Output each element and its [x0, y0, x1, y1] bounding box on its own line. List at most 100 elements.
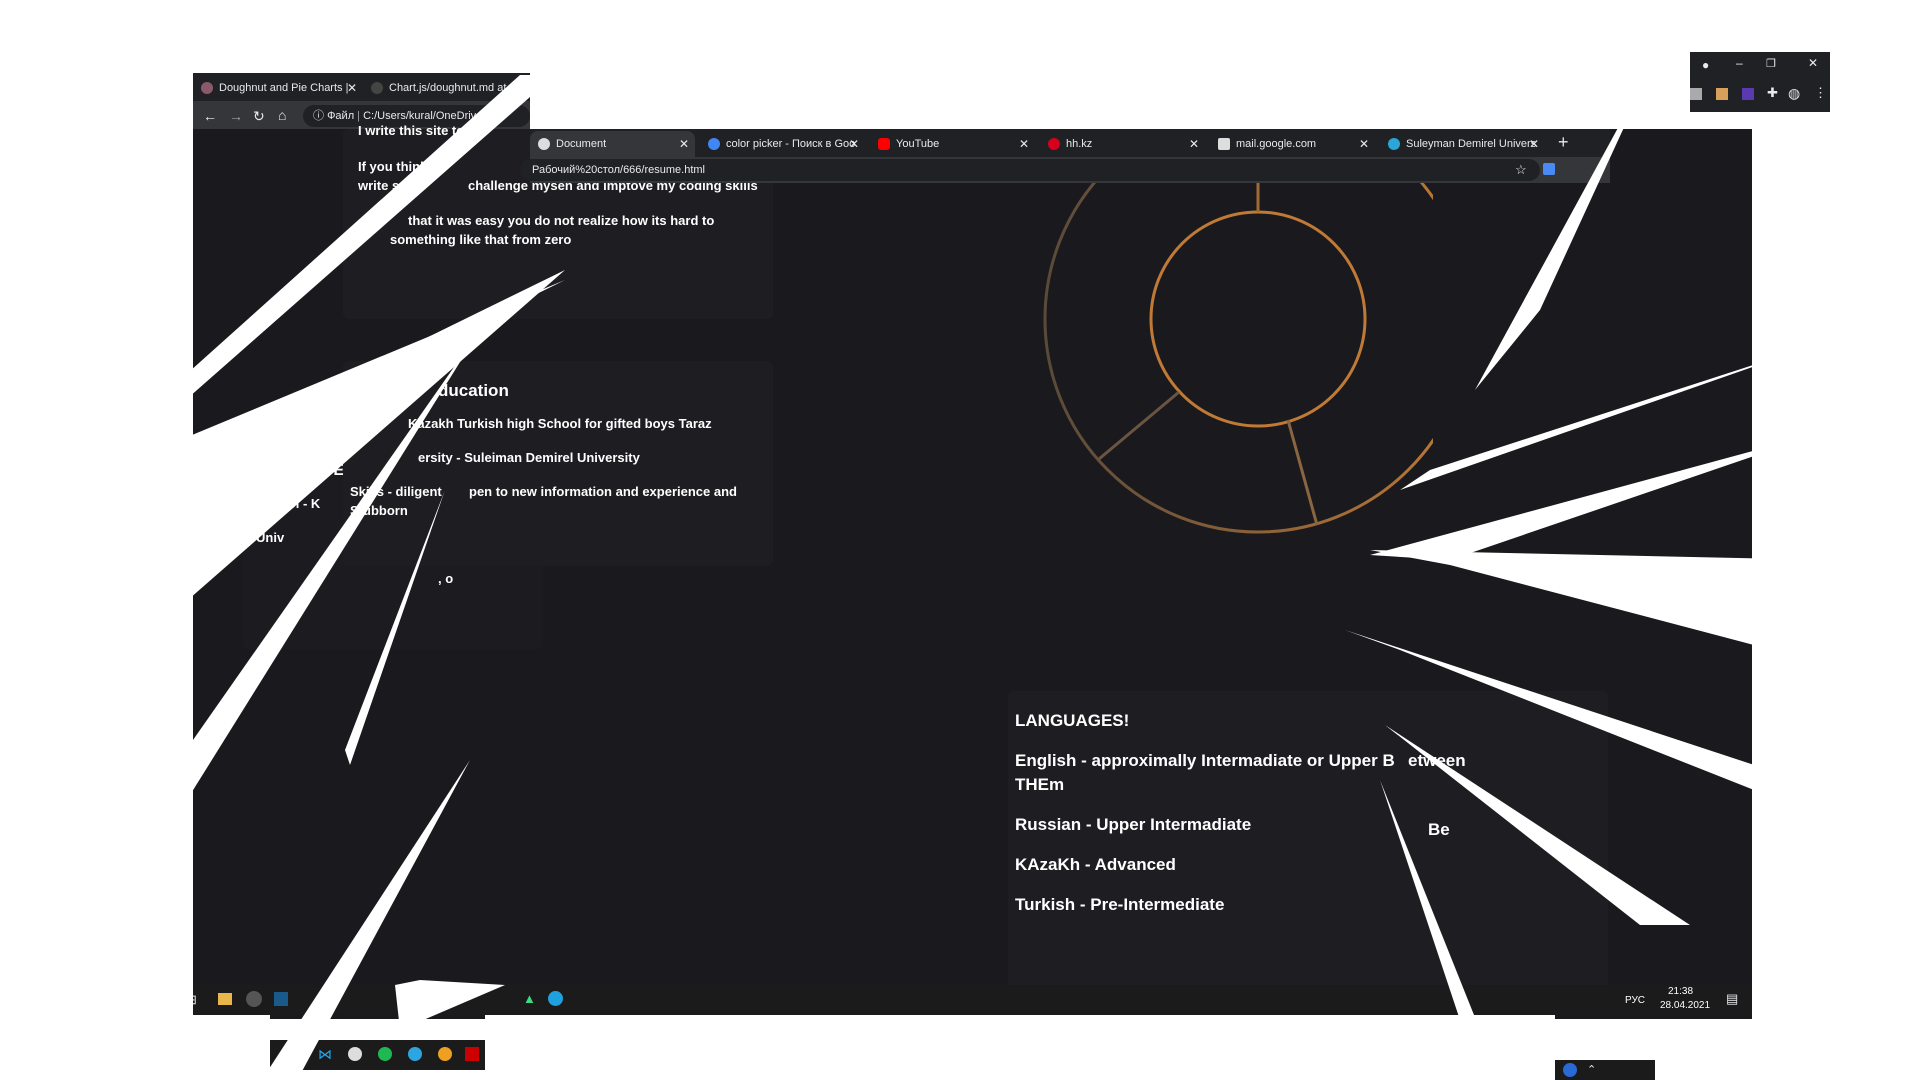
education-card: ducation Kazakh Turkish high School for … [343, 361, 773, 566]
android-icon[interactable]: ▲ [523, 992, 536, 1006]
extension-icon[interactable] [1690, 88, 1702, 100]
language-item: Russian - Upper Intermadiate [1015, 815, 1252, 834]
vscode-icon[interactable]: ⋈ [318, 1047, 332, 1061]
close-tab-icon[interactable]: ✕ [1529, 131, 1539, 157]
languages-heading: LANGUAGES! [1015, 711, 1130, 730]
taskbar: ⊞ ▲ РУС 21:38 28.04.2021 ▤ [178, 985, 1753, 1015]
telegram-icon[interactable] [408, 1047, 422, 1061]
tab-label: mail.google.com [1236, 138, 1317, 150]
close-tab-icon[interactable]: ✕ [1189, 131, 1199, 157]
tab-label: YouTube [896, 138, 940, 150]
webstorm-icon[interactable] [274, 992, 288, 1006]
translate-icon[interactable] [1543, 163, 1555, 175]
new-tab-button[interactable]: + [1558, 133, 1569, 151]
shard [1655, 1040, 1920, 1080]
tab-document[interactable]: Document ✕ [530, 131, 695, 157]
hh-icon [1048, 138, 1060, 150]
education-line: Skills - diligent [350, 484, 442, 499]
menu-dots-icon[interactable]: ⋮ [1814, 86, 1827, 100]
text-fragment: Be [1428, 820, 1450, 839]
forward-arrow-icon[interactable]: → [229, 109, 243, 123]
file-explorer-icon[interactable] [218, 993, 232, 1005]
tab-label: Suleyman Demirel Univers [1406, 138, 1537, 150]
about-line: write so [358, 178, 408, 193]
education-line: ersity - Suleiman Demirel University [418, 450, 640, 465]
site-favicon-icon [201, 82, 213, 94]
segment-divider [1098, 390, 1180, 461]
close-tab-icon[interactable]: ✕ [347, 75, 357, 101]
github-icon [371, 82, 383, 94]
languages-card: LANGUAGES! English - approximally Interm… [1008, 691, 1608, 991]
reload-icon[interactable]: ↻ [253, 109, 265, 123]
clock-date[interactable]: 28.04.2021 [1660, 1000, 1710, 1011]
extension-icon[interactable] [1716, 88, 1728, 100]
globe-icon [538, 138, 550, 150]
app-icon[interactable] [438, 1047, 452, 1061]
chevron-up-icon[interactable]: ⌃ [1587, 1063, 1596, 1077]
address-bar[interactable]: Рабочий%20стол/666/resume.html [520, 159, 1540, 181]
window-controls: ● – ❐ ✕ ✚ ◍ ⋮ [1690, 52, 1830, 112]
close-tab-icon[interactable]: ✕ [1019, 131, 1029, 157]
language-item: THEm [1015, 775, 1065, 794]
inner-ring [1149, 210, 1367, 428]
puzzle-icon[interactable]: ✚ [1767, 86, 1778, 100]
close-tab-icon[interactable]: ✕ [679, 131, 689, 157]
language-item: English - approximally Intermadiate or U… [1015, 751, 1395, 770]
shard [1752, 112, 1830, 990]
app-icon[interactable] [348, 1047, 362, 1061]
extension-icon[interactable] [1742, 88, 1754, 100]
page-content: I write this site to If you think write … [193, 123, 1753, 1019]
tab-label: color picker - Поиск в Goo [726, 138, 856, 150]
text-fragment: , o [438, 571, 454, 586]
segment-divider [1286, 419, 1319, 526]
browser-window-front: Document ✕ color picker - Поиск в Goo ✕ … [520, 129, 1610, 183]
close-window-icon[interactable]: ✕ [1808, 56, 1818, 70]
tab-sdu[interactable]: Suleyman Demirel Univers ✕ [1380, 131, 1545, 157]
restore-icon[interactable]: ❐ [1766, 57, 1776, 71]
back-arrow-icon[interactable]: ← [203, 109, 217, 123]
shard [1752, 990, 1830, 1040]
toolbar: Рабочий%20стол/666/resume.html ☆ [520, 157, 1610, 183]
tab-color-picker[interactable]: color picker - Поиск в Goo ✕ [700, 131, 865, 157]
notifications-icon[interactable]: ▤ [1726, 992, 1738, 1006]
tab-gmail[interactable]: mail.google.com ✕ [1210, 131, 1375, 157]
chrome-icon[interactable] [246, 991, 262, 1007]
home-icon[interactable]: ⌂ [278, 108, 286, 122]
school-line: School - K [256, 496, 321, 511]
help-icon[interactable] [1563, 1063, 1577, 1077]
tab-label: Document [556, 138, 607, 150]
minimize-icon[interactable]: – [1736, 56, 1743, 70]
avatar[interactable]: ◍ [1788, 86, 1800, 100]
language-indicator[interactable]: РУС [1625, 995, 1645, 1006]
tab-chartjs-doughnut[interactable]: Chart.js/doughnut.md at m ✕ [363, 75, 530, 101]
google-icon [708, 138, 720, 150]
close-tab-icon[interactable]: ✕ [514, 75, 524, 101]
close-tab-icon[interactable]: ✕ [849, 131, 859, 157]
star-icon[interactable]: ☆ [1515, 163, 1527, 177]
about-line: If you think [358, 159, 428, 174]
tab-hh-kz[interactable]: hh.kz ✕ [1040, 131, 1205, 157]
education-line: Stubborn [350, 503, 408, 518]
info-icon: ⓘ [313, 110, 328, 122]
tab-doughnut-charts[interactable]: Doughnut and Pie Charts | ✕ [193, 75, 363, 101]
shard [0, 1040, 270, 1080]
education-line: Kazakh Turkish high School for gifted bo… [408, 416, 712, 431]
about-line: that it was easy you do not realize how … [408, 213, 715, 228]
filezilla-icon[interactable] [465, 1047, 479, 1061]
tab-youtube[interactable]: YouTube ✕ [870, 131, 1035, 157]
profile-icon[interactable]: ● [1702, 58, 1709, 72]
app-icon[interactable] [378, 1047, 392, 1061]
close-tab-icon[interactable]: ✕ [1359, 131, 1369, 157]
edge-icon[interactable] [548, 991, 563, 1006]
clock-time[interactable]: 21:38 [1668, 986, 1693, 997]
language-item: etween [1408, 751, 1466, 770]
url-text: C:/Users/kural/OneDrive/ [363, 110, 486, 122]
education-line: pen to new information and experience an… [469, 484, 737, 499]
outer-ring [1043, 129, 1433, 534]
windows-start-icon[interactable]: ⊞ [186, 993, 197, 1007]
about-line: something like that from zero [390, 232, 572, 247]
shard [25, 590, 40, 830]
phpstorm-icon[interactable] [288, 1048, 301, 1061]
tab-strip: Doughnut and Pie Charts | ✕ Chart.js/dou… [193, 73, 530, 101]
language-item: Turkish - Pre-Intermediate [1015, 895, 1225, 914]
